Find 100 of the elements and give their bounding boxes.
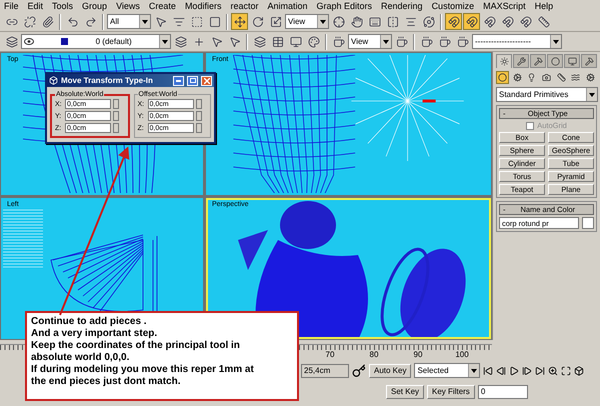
app-icon bbox=[49, 76, 58, 85]
keyboard-icon bbox=[368, 16, 380, 28]
list-icon bbox=[172, 16, 184, 28]
hammer-icon bbox=[534, 56, 542, 66]
move-button[interactable] bbox=[231, 13, 248, 30]
panel-tab[interactable] bbox=[530, 54, 546, 68]
square-icon bbox=[208, 16, 220, 28]
menu-item[interactable]: Modifiers bbox=[184, 1, 222, 11]
go-to-start-icon[interactable] bbox=[483, 366, 494, 376]
dropdown[interactable]: All bbox=[107, 14, 151, 29]
category-button[interactable] bbox=[510, 71, 524, 84]
category-button[interactable] bbox=[584, 71, 598, 84]
teapot-icon bbox=[396, 36, 408, 48]
note-text: Keep the coordinates of the principal tool in bbox=[31, 340, 241, 352]
teapot-icon bbox=[420, 36, 432, 48]
eye-icon[interactable] bbox=[24, 38, 34, 45]
key-filters-button[interactable]: Key Filters bbox=[427, 384, 475, 398]
key-icon[interactable] bbox=[352, 364, 366, 378]
light-icon bbox=[527, 73, 536, 82]
previous-frame-icon[interactable] bbox=[496, 366, 506, 376]
menu-item[interactable]: Help bbox=[534, 1, 554, 11]
scale-icon bbox=[270, 16, 282, 28]
menu-item[interactable]: Animation bbox=[267, 1, 308, 11]
crosshair-icon bbox=[332, 16, 344, 28]
menu-item[interactable]: File bbox=[4, 1, 19, 11]
circle-icon bbox=[550, 56, 560, 66]
panel-tab[interactable] bbox=[564, 54, 580, 68]
menu-item[interactable]: Tools bbox=[52, 1, 74, 11]
layer-dropdown[interactable]: 0 (default) bbox=[21, 34, 171, 49]
category-button[interactable] bbox=[554, 71, 568, 84]
go-to-end-icon[interactable] bbox=[535, 366, 546, 376]
caret-icon bbox=[553, 40, 559, 44]
dropdown[interactable]: --------------------- bbox=[472, 34, 562, 49]
key-mode-dropdown[interactable]: Selected bbox=[414, 363, 480, 378]
minimize-icon bbox=[176, 80, 181, 82]
maximize-button[interactable] bbox=[187, 76, 198, 86]
panel-tab[interactable] bbox=[496, 54, 512, 68]
play-icon[interactable] bbox=[509, 366, 520, 376]
monitor-icon bbox=[568, 56, 576, 66]
caret-icon bbox=[383, 40, 389, 44]
close-icon bbox=[204, 78, 210, 84]
menu-item[interactable]: Views bbox=[116, 1, 140, 11]
align-icon bbox=[404, 16, 416, 28]
panel-tab[interactable] bbox=[513, 54, 529, 68]
caret-icon bbox=[142, 20, 148, 24]
redo-icon bbox=[84, 16, 96, 28]
move-icon bbox=[234, 16, 246, 28]
tick-label: 100 bbox=[455, 350, 469, 359]
menu-item[interactable]: MAXScript bbox=[483, 1, 526, 11]
caret-icon bbox=[589, 92, 595, 96]
magnet-icon bbox=[502, 16, 514, 28]
category-button[interactable] bbox=[496, 71, 509, 84]
cog-icon bbox=[512, 73, 522, 82]
set-key-button[interactable]: Set Key bbox=[386, 384, 424, 398]
type-dropdown[interactable]: Standard Primitives bbox=[496, 87, 598, 102]
auto-key-button[interactable]: Auto Key bbox=[369, 364, 412, 378]
dropdown[interactable]: View bbox=[285, 14, 329, 29]
minimize-button[interactable] bbox=[173, 76, 184, 86]
menu-item[interactable]: Rendering bbox=[381, 1, 423, 11]
close-button[interactable] bbox=[201, 76, 212, 86]
menu-item[interactable]: Customize bbox=[432, 1, 474, 11]
tick-label: 80 bbox=[370, 350, 378, 359]
magnet-icon bbox=[466, 16, 478, 28]
magnet-button[interactable] bbox=[463, 13, 480, 30]
palette-icon bbox=[308, 36, 320, 48]
panel-tab[interactable] bbox=[547, 54, 563, 68]
cog-icon bbox=[586, 73, 596, 82]
maximize-icon[interactable] bbox=[561, 366, 572, 376]
category-button[interactable] bbox=[540, 71, 553, 84]
layers-icon bbox=[174, 36, 186, 48]
menu-item[interactable]: Edit bbox=[28, 1, 44, 11]
next-frame-icon[interactable] bbox=[522, 366, 532, 376]
coordinate-field[interactable]: 25,4cm bbox=[301, 364, 349, 378]
magnet-button[interactable] bbox=[445, 13, 462, 30]
maximize-icon bbox=[190, 78, 196, 83]
magnet-icon bbox=[484, 16, 496, 28]
frame-field[interactable]: 0 bbox=[478, 384, 528, 398]
panel-tab[interactable] bbox=[581, 54, 597, 68]
caret-icon bbox=[471, 368, 478, 372]
color-square-icon[interactable] bbox=[61, 38, 68, 45]
zoom-icon[interactable] bbox=[548, 366, 558, 376]
cube-icon[interactable] bbox=[574, 366, 584, 376]
menu-item[interactable]: reactor bbox=[230, 1, 258, 11]
hammer-icon bbox=[584, 56, 594, 66]
waves-icon bbox=[571, 73, 580, 82]
teapot-icon bbox=[456, 36, 468, 48]
plus-icon bbox=[192, 36, 204, 48]
color-swatch[interactable] bbox=[582, 217, 594, 229]
tick-label: 90 bbox=[414, 350, 422, 359]
menu-item[interactable]: Graph Editors bbox=[316, 1, 372, 11]
menu-item[interactable]: Create bbox=[148, 1, 176, 11]
tick-label: 70 bbox=[326, 350, 334, 359]
dropdown[interactable]: View bbox=[348, 34, 392, 49]
ruler-icon bbox=[538, 16, 550, 28]
monitor-icon bbox=[290, 36, 302, 48]
orbit-icon bbox=[422, 16, 434, 28]
layers-icon bbox=[6, 36, 18, 48]
hand-icon bbox=[350, 16, 362, 28]
menu-item[interactable]: Group bbox=[82, 1, 108, 11]
caret-icon bbox=[320, 20, 326, 24]
